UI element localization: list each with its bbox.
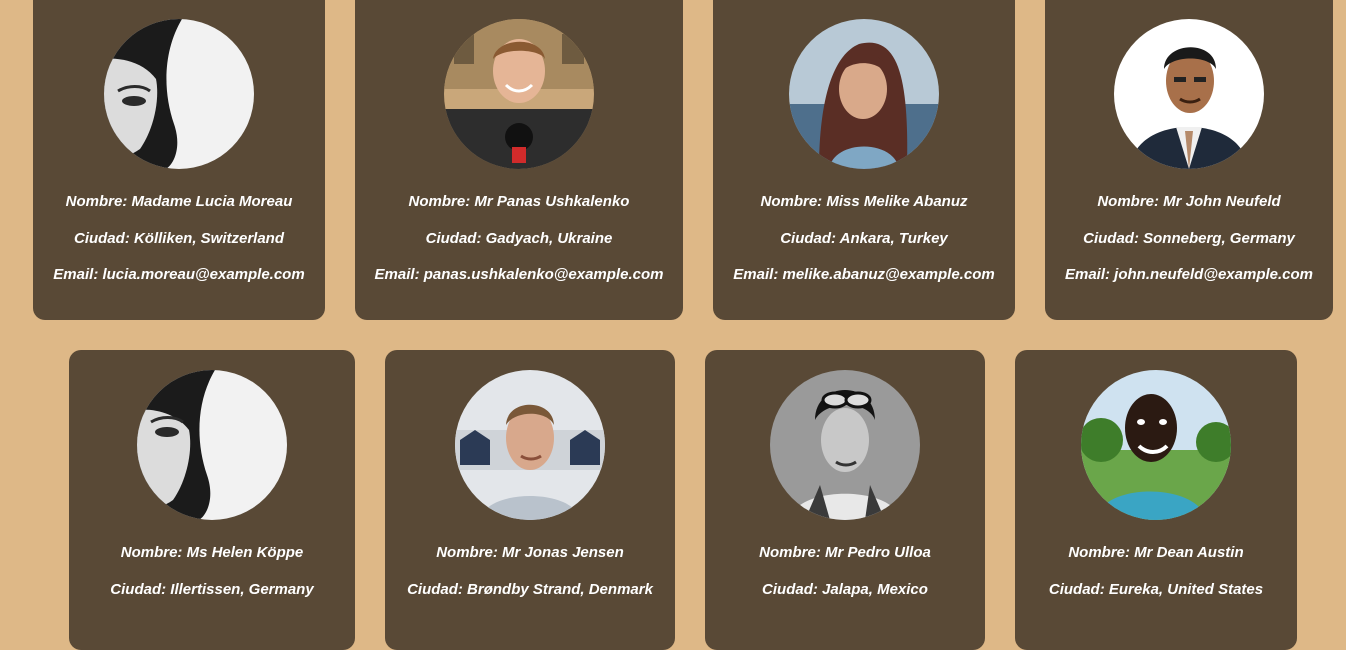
user-city: Ciudad: Brøndby Strand, Denmark	[407, 581, 653, 598]
user-name: Nombre: Mr Jonas Jensen	[436, 544, 624, 561]
avatar	[455, 370, 605, 520]
user-name: Nombre: Ms Helen Köppe	[120, 544, 304, 561]
avatar	[1114, 19, 1264, 169]
user-city: Ciudad: Gadyach, Ukraine	[425, 230, 613, 247]
user-email: Email: lucia.moreau@example.com	[53, 266, 305, 283]
avatar	[789, 19, 939, 169]
user-city: Ciudad: Sonneberg, Germany	[1083, 230, 1295, 247]
user-email: Email: panas.ushkalenko@example.com	[374, 266, 664, 283]
woman-half-face-bw-photo	[137, 370, 287, 520]
user-name: Nombre: Miss Melike Abanuz	[760, 193, 968, 210]
user-card: Nombre: Mr Jonas Jensen Ciudad: Brøndby …	[385, 350, 675, 650]
young-man-beach-huts-photo	[455, 370, 605, 520]
user-card: Nombre: Madame Lucia Moreau Ciudad: Köll…	[33, 0, 325, 320]
user-name: Nombre: Mr Dean Austin	[1068, 544, 1244, 561]
user-card: Nombre: Mr Panas Ushkalenko Ciudad: Gady…	[355, 0, 683, 320]
user-email: Email: john.neufeld@example.com	[1064, 266, 1313, 283]
user-city: Ciudad: Jalapa, Mexico	[762, 581, 928, 598]
user-name: Nombre: Madame Lucia Moreau	[65, 193, 293, 210]
user-card: Nombre: Mr John Neufeld Ciudad: Sonneber…	[1045, 0, 1333, 320]
user-city: Ciudad: Illertissen, Germany	[110, 581, 314, 598]
avatar	[444, 19, 594, 169]
woman-by-sea-photo	[789, 19, 939, 169]
user-name: Nombre: Mr Panas Ushkalenko	[408, 193, 630, 210]
smiling-man-park-photo	[1081, 370, 1231, 520]
avatar	[1081, 370, 1231, 520]
user-card: Nombre: Mr Dean Austin Ciudad: Eureka, U…	[1015, 350, 1297, 650]
user-email: Email: melike.abanuz@example.com	[733, 266, 995, 283]
woman-half-face-bw-photo	[104, 19, 254, 169]
user-name: Nombre: Mr Pedro Ulloa	[759, 544, 931, 561]
smiling-man-with-microphone-photo	[444, 19, 594, 169]
man-in-suit-photo	[1114, 19, 1264, 169]
user-city: Ciudad: Kölliken, Switzerland	[73, 230, 285, 247]
man-with-sunglasses-bw-photo	[770, 370, 920, 520]
user-city: Ciudad: Ankara, Turkey	[780, 230, 948, 247]
avatar	[137, 370, 287, 520]
user-card: Nombre: Mr Pedro Ulloa Ciudad: Jalapa, M…	[705, 350, 985, 650]
user-city: Ciudad: Eureka, United States	[1048, 581, 1264, 598]
user-name: Nombre: Mr John Neufeld	[1097, 193, 1281, 210]
avatar	[770, 370, 920, 520]
user-card: Nombre: Miss Melike Abanuz Ciudad: Ankar…	[713, 0, 1015, 320]
avatar	[104, 19, 254, 169]
user-card: Nombre: Ms Helen Köppe Ciudad: Illertiss…	[69, 350, 355, 650]
